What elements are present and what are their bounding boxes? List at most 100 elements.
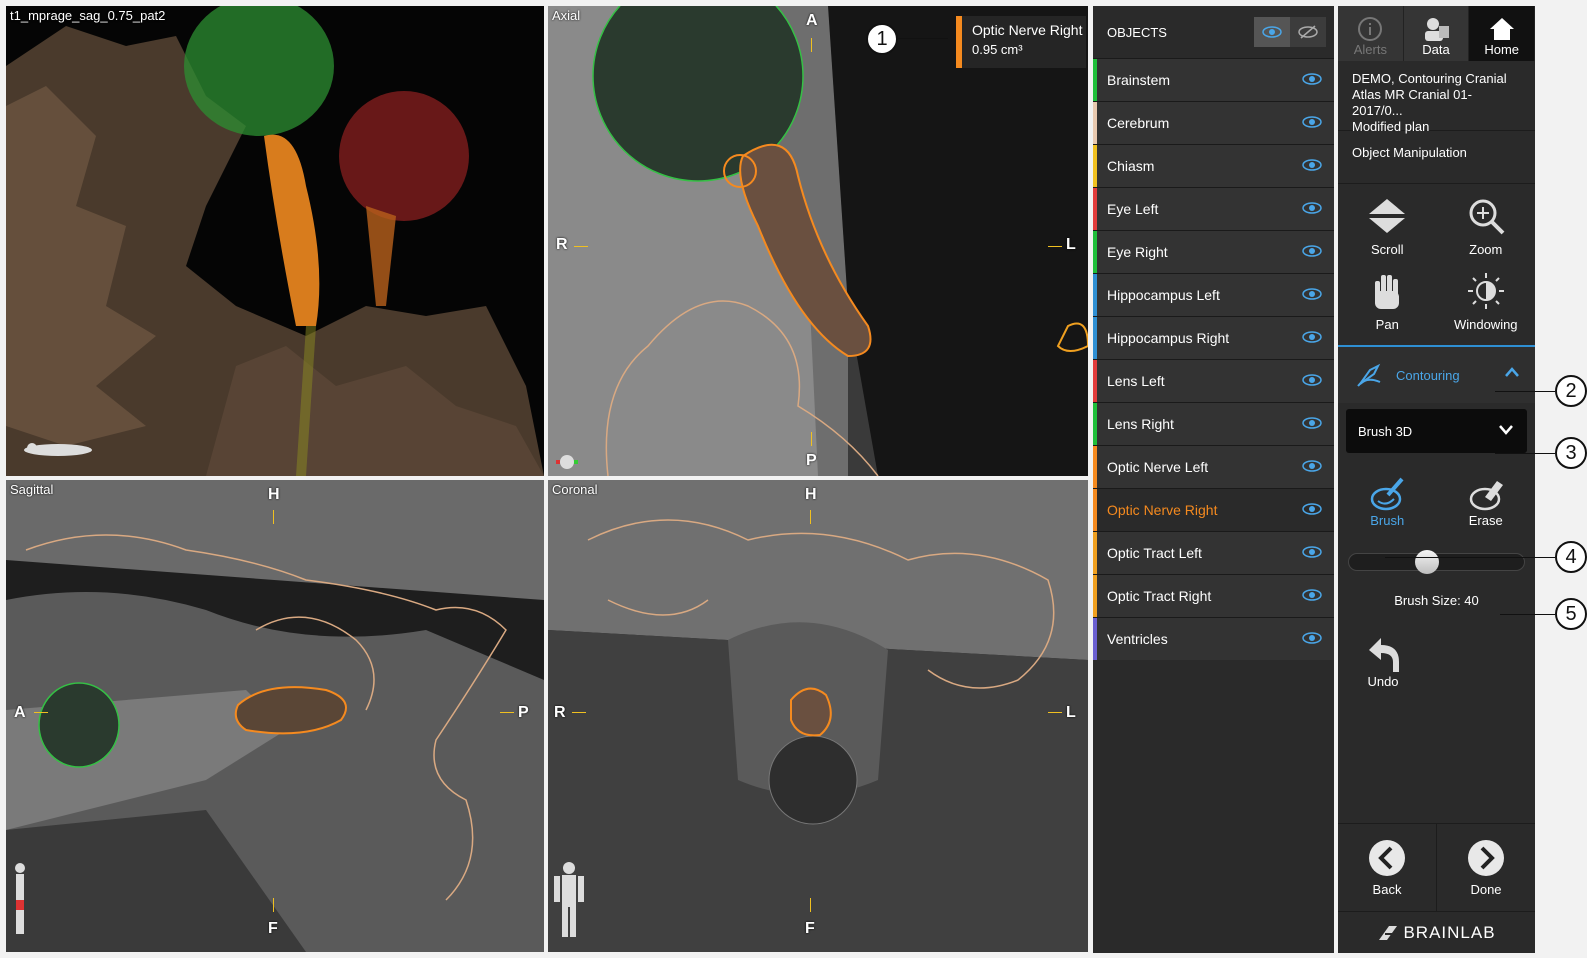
object-row[interactable]: Ventricles bbox=[1093, 617, 1334, 660]
object-row[interactable]: Chiasm bbox=[1093, 144, 1334, 187]
eye-icon bbox=[1262, 26, 1282, 38]
object-row[interactable]: Optic Tract Left bbox=[1093, 531, 1334, 574]
brush-size-slider-thumb[interactable] bbox=[1415, 550, 1439, 574]
eye-icon[interactable] bbox=[1302, 245, 1322, 257]
view-axial[interactable]: Axial A P R L Optic Nerve Right 0.95 cm³ bbox=[548, 6, 1088, 476]
object-color-bar bbox=[1093, 231, 1097, 273]
orient-tick bbox=[500, 712, 514, 713]
zoom-tool[interactable]: Zoom bbox=[1437, 196, 1536, 270]
object-row[interactable]: Eye Left bbox=[1093, 187, 1334, 230]
brush-type-value: Brush 3D bbox=[1358, 423, 1413, 439]
data-button[interactable]: Data bbox=[1404, 6, 1470, 61]
orient-right: L bbox=[1066, 704, 1076, 721]
scroll-tool[interactable]: Scroll bbox=[1338, 196, 1437, 270]
done-label: Done bbox=[1470, 882, 1502, 897]
object-row[interactable]: Eye Right bbox=[1093, 230, 1334, 273]
eye-icon[interactable] bbox=[1302, 417, 1322, 429]
home-button[interactable]: Home bbox=[1469, 6, 1536, 61]
object-row[interactable]: Optic Tract Right bbox=[1093, 574, 1334, 617]
contouring-icon bbox=[1357, 363, 1381, 387]
eye-icon[interactable] bbox=[1302, 288, 1322, 300]
windowing-tool[interactable]: Windowing bbox=[1437, 271, 1536, 345]
orient-top: H bbox=[268, 486, 280, 503]
object-color-bar bbox=[1093, 188, 1097, 230]
orient-bottom: P bbox=[806, 452, 817, 469]
eye-icon[interactable] bbox=[1302, 331, 1322, 343]
orient-top: H bbox=[805, 486, 817, 503]
body-sagittal-icon bbox=[15, 863, 25, 934]
object-row[interactable]: Optic Nerve Left bbox=[1093, 445, 1334, 488]
object-row[interactable]: Brainstem bbox=[1093, 58, 1334, 101]
orient-tick bbox=[572, 712, 586, 713]
alerts-button[interactable]: Alerts bbox=[1338, 6, 1404, 61]
brush-type-dropdown[interactable]: Brush 3D bbox=[1346, 409, 1527, 453]
object-name: Chiasm bbox=[1107, 158, 1155, 174]
hide-all-button[interactable] bbox=[1290, 17, 1326, 47]
object-name: Optic Nerve Left bbox=[1107, 459, 1209, 475]
3d-render bbox=[6, 6, 544, 476]
view-sagittal[interactable]: Sagittal H F A P bbox=[6, 480, 544, 952]
data-icon bbox=[1425, 18, 1449, 41]
eye-icon[interactable] bbox=[1302, 503, 1322, 515]
contouring-section-toggle[interactable]: Contouring bbox=[1338, 347, 1535, 403]
object-color-bar bbox=[1093, 489, 1097, 531]
top-nav: Alerts Data Home bbox=[1338, 6, 1536, 61]
alerts-label: Alerts bbox=[1353, 42, 1387, 57]
eye-icon[interactable] bbox=[1302, 589, 1322, 601]
eye-icon[interactable] bbox=[1302, 159, 1322, 171]
show-all-button[interactable] bbox=[1254, 17, 1290, 47]
object-color-bar bbox=[1093, 59, 1097, 101]
hand-icon bbox=[1375, 274, 1400, 309]
orient-right: P bbox=[518, 704, 529, 721]
view-coronal[interactable]: Coronal H F R L bbox=[548, 480, 1088, 952]
callout-2: 2 bbox=[1555, 375, 1587, 407]
object-name: Brainstem bbox=[1107, 72, 1171, 88]
pan-tool[interactable]: Pan bbox=[1338, 271, 1437, 345]
manipulation-tools: Scroll Zoom Pan Windowing bbox=[1338, 184, 1535, 347]
object-color-bar bbox=[1093, 618, 1097, 660]
brush-size-slider[interactable] bbox=[1348, 550, 1525, 574]
object-row[interactable]: Hippocampus Right bbox=[1093, 316, 1334, 359]
object-row[interactable]: Optic Nerve Right bbox=[1093, 488, 1334, 531]
object-row[interactable]: Hippocampus Left bbox=[1093, 273, 1334, 316]
object-manipulation-heading: Object Manipulation bbox=[1338, 131, 1535, 184]
plan-line-1: DEMO, Contouring Cranial bbox=[1352, 71, 1507, 86]
object-row[interactable]: Lens Right bbox=[1093, 402, 1334, 445]
object-info-box: Optic Nerve Right 0.95 cm³ bbox=[956, 16, 1086, 68]
eye-icon[interactable] bbox=[1302, 546, 1322, 558]
orient-tick bbox=[810, 510, 811, 524]
windowing-label: Windowing bbox=[1453, 316, 1518, 332]
eye-icon[interactable] bbox=[1302, 632, 1322, 644]
brush-mode-button[interactable]: Brush bbox=[1338, 475, 1437, 539]
pan-label: Pan bbox=[1375, 316, 1399, 332]
callout-line bbox=[898, 38, 948, 39]
eye-icon[interactable] bbox=[1302, 460, 1322, 472]
alert-icon bbox=[1358, 17, 1383, 41]
object-name: Hippocampus Right bbox=[1107, 330, 1230, 346]
object-color-bar bbox=[1093, 274, 1097, 316]
done-button[interactable]: Done bbox=[1436, 824, 1535, 911]
contouring-label: Contouring bbox=[1396, 367, 1460, 383]
back-button[interactable]: Back bbox=[1338, 824, 1436, 911]
object-color-bar bbox=[1093, 532, 1097, 574]
eye-icon[interactable] bbox=[1302, 374, 1322, 386]
callout-3: 3 bbox=[1555, 437, 1587, 469]
object-color-bar bbox=[1093, 575, 1097, 617]
plan-info: DEMO, Contouring Cranial Atlas MR Crania… bbox=[1338, 61, 1535, 134]
object-row[interactable]: Lens Left bbox=[1093, 359, 1334, 402]
object-row[interactable]: Cerebrum bbox=[1093, 101, 1334, 144]
eye-icon[interactable] bbox=[1302, 73, 1322, 85]
next-icon bbox=[1468, 840, 1504, 876]
orient-tick bbox=[811, 38, 812, 52]
orient-tick bbox=[811, 432, 812, 446]
eye-icon[interactable] bbox=[1302, 202, 1322, 214]
orient-tick bbox=[810, 898, 811, 912]
eye-off-icon bbox=[1298, 25, 1318, 39]
undo-button[interactable]: Undo bbox=[1363, 636, 1403, 689]
sagittal-image bbox=[6, 480, 544, 952]
eye-icon[interactable] bbox=[1302, 116, 1322, 128]
object-color-bar bbox=[1093, 102, 1097, 144]
view-3d[interactable]: t1_mprage_sag_0.75_pat2 bbox=[6, 6, 544, 476]
callout-1: 1 bbox=[866, 23, 898, 55]
erase-mode-button[interactable]: Erase bbox=[1437, 475, 1536, 539]
